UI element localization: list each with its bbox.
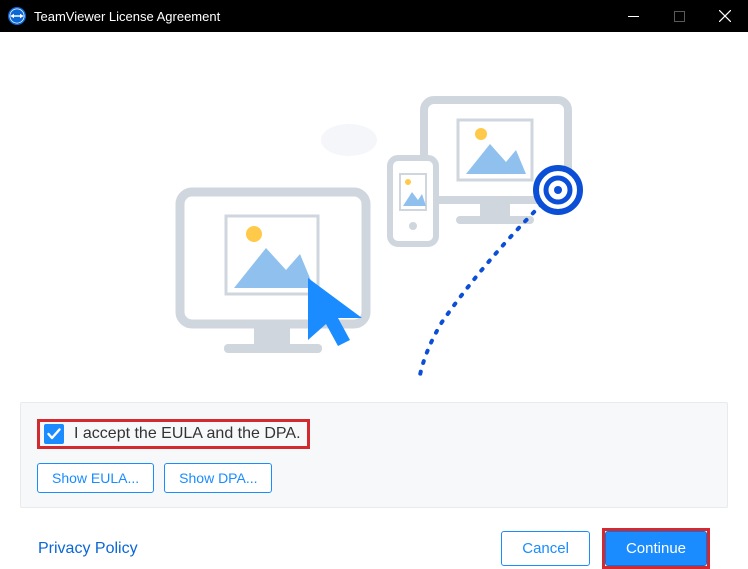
window-title: TeamViewer License Agreement — [34, 9, 610, 24]
teamviewer-icon — [8, 7, 26, 25]
cancel-button[interactable]: Cancel — [501, 531, 590, 566]
privacy-policy-link[interactable]: Privacy Policy — [38, 540, 138, 558]
accept-checkbox[interactable] — [44, 424, 64, 444]
minimize-button[interactable] — [610, 0, 656, 32]
highlight-accept: I accept the EULA and the DPA. — [37, 419, 310, 449]
show-dpa-button[interactable]: Show DPA... — [164, 463, 272, 493]
titlebar: TeamViewer License Agreement — [0, 0, 748, 32]
highlight-continue: Continue — [602, 528, 710, 569]
content: I accept the EULA and the DPA. Show EULA… — [0, 32, 748, 569]
accept-label: I accept the EULA and the DPA. — [74, 425, 301, 443]
window-controls — [610, 0, 748, 32]
close-button[interactable] — [702, 0, 748, 32]
maximize-button — [656, 0, 702, 32]
illustration — [20, 62, 728, 382]
accept-row: I accept the EULA and the DPA. — [37, 419, 711, 449]
agreement-panel: I accept the EULA and the DPA. Show EULA… — [20, 402, 728, 508]
show-eula-button[interactable]: Show EULA... — [37, 463, 154, 493]
footer: Privacy Policy Cancel Continue — [20, 528, 728, 569]
link-buttons: Show EULA... Show DPA... — [37, 463, 711, 493]
continue-button[interactable]: Continue — [605, 531, 707, 566]
